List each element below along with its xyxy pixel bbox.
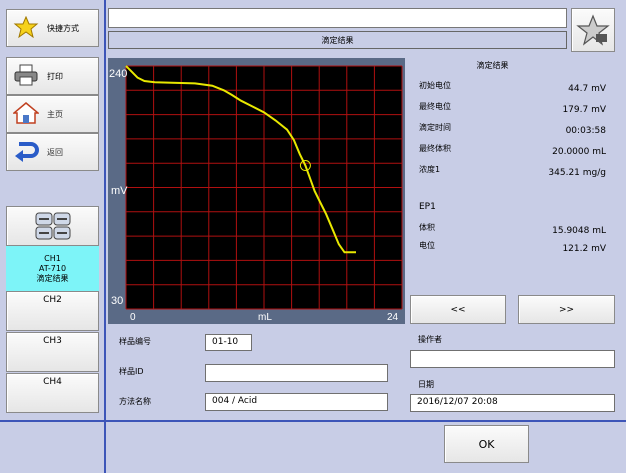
bottom-divider — [0, 420, 626, 422]
operator-label: 操作者 — [418, 335, 442, 344]
next-label: >> — [558, 304, 575, 315]
method-name-label: 方法名称 — [119, 397, 151, 406]
sample-id-field[interactable] — [205, 364, 388, 382]
result-value-4: 345.21 mg/g — [548, 168, 606, 178]
favorite-button[interactable] — [571, 8, 615, 52]
ch1-title: CH1 — [44, 254, 61, 263]
previous-button[interactable]: << — [410, 295, 506, 324]
ch2-tab[interactable]: CH2 — [6, 291, 99, 331]
channel-overview-button[interactable] — [6, 206, 99, 246]
result-value-2: 00:03:58 — [565, 126, 606, 136]
page-title-text: 滴定结果 — [321, 35, 354, 45]
home-button[interactable]: 主页 — [6, 95, 99, 133]
x-axis-label: mL — [258, 312, 272, 323]
sample-id-label: 样品ID — [119, 367, 144, 376]
star-icon — [13, 16, 39, 38]
sample-number-label: 样品编号 — [119, 337, 151, 346]
printer-icon — [14, 64, 38, 86]
ep-value-1: 121.2 mV — [562, 244, 606, 254]
results-title: 滴定结果 — [476, 61, 509, 70]
shortcut-button[interactable]: 快捷方式 — [6, 9, 99, 47]
ep-title: EP1 — [419, 202, 436, 212]
ch2-label: CH2 — [43, 295, 62, 305]
result-label-2: 滴定时间 — [419, 123, 451, 132]
shortcut-label: 快捷方式 — [47, 23, 79, 33]
ep-label-0: 体积 — [419, 223, 435, 232]
ok-button[interactable]: OK — [444, 425, 529, 463]
ch4-tab[interactable]: CH4 — [6, 373, 99, 413]
result-value-0: 44.7 mV — [568, 84, 606, 94]
result-label-1: 最终电位 — [419, 102, 451, 111]
date-label: 日期 — [418, 380, 434, 389]
results-panel: 滴定结果 初始电位 44.7 mV 最终电位 179.7 mV 滴定时间 00:03:58… — [410, 58, 615, 288]
four-channel-icon — [35, 212, 70, 240]
sample-number-field[interactable]: 01-10 — [205, 334, 252, 351]
ch4-label: CH4 — [43, 377, 62, 387]
x-axis-min-label: 0 — [130, 312, 136, 323]
ch3-tab[interactable]: CH3 — [6, 332, 99, 372]
previous-label: << — [450, 304, 466, 315]
next-button[interactable]: >> — [518, 295, 615, 324]
method-name-field[interactable]: 004 / Acid — [205, 393, 388, 411]
ep-label-1: 电位 — [419, 241, 435, 250]
operator-field[interactable] — [410, 350, 615, 368]
ch1-status: 滴定结果 — [36, 274, 69, 283]
back-button[interactable]: 返回 — [6, 133, 99, 171]
result-label-3: 最终体积 — [419, 144, 451, 153]
home-label: 主页 — [47, 109, 63, 119]
y-axis-label: mV — [111, 185, 128, 197]
ch1-device: AT-710 — [38, 264, 67, 273]
back-label: 返回 — [47, 147, 63, 157]
print-button[interactable]: 打印 — [6, 57, 99, 95]
date-field[interactable]: 2016/12/07 20:08 — [410, 394, 615, 412]
home-icon — [13, 102, 39, 124]
titration-chart: 240 30 mV 0 mL 24 — [108, 58, 405, 324]
ep-value-0: 15.9048 mL — [552, 226, 606, 236]
result-label-0: 初始电位 — [419, 81, 451, 90]
page-title: 滴定结果 — [108, 31, 567, 49]
y-axis-min-label: 30 — [111, 295, 123, 307]
ch3-label: CH3 — [43, 336, 62, 346]
result-label-4: 浓度1 — [419, 165, 441, 174]
print-label: 打印 — [47, 71, 63, 81]
return-arrow-icon — [15, 142, 39, 162]
star-favorite-icon — [576, 14, 610, 46]
result-value-1: 179.7 mV — [562, 105, 606, 115]
ok-label: OK — [478, 437, 495, 451]
ch1-tab[interactable]: CH1 AT-710 滴定结果 — [6, 246, 99, 291]
y-axis-max-label: 240 — [109, 68, 127, 80]
x-axis-max-label: 24 — [387, 312, 399, 323]
result-value-3: 20.0000 mL — [552, 147, 606, 157]
top-value-field — [108, 8, 567, 28]
